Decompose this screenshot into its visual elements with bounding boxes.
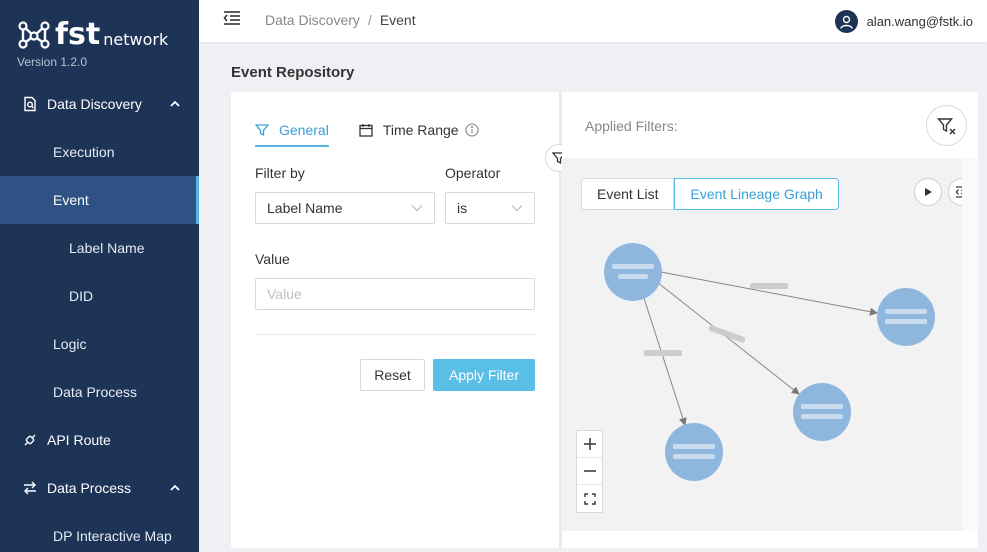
graph-node[interactable] xyxy=(877,288,935,346)
node-label xyxy=(801,404,843,409)
breadcrumb-separator: / xyxy=(367,12,372,28)
route-icon xyxy=(22,432,38,448)
edge-label xyxy=(750,283,788,289)
tab-general[interactable]: General xyxy=(255,114,329,147)
clear-filters-button[interactable] xyxy=(926,105,967,146)
sidebar-item-execution[interactable]: Execution xyxy=(0,128,199,176)
filter-by-label: Filter by xyxy=(255,165,305,181)
sidebar: fst network Version 1.2.0 Data Discovery… xyxy=(0,0,199,552)
sidebar-item-label: Logic xyxy=(53,336,87,352)
zoom-controls xyxy=(576,430,603,513)
operator-select[interactable]: is xyxy=(445,192,535,224)
clear-filter-icon xyxy=(936,117,955,134)
plus-icon xyxy=(583,438,596,450)
tab-label: General xyxy=(279,122,329,138)
scrollbar[interactable] xyxy=(962,158,978,531)
filter-tabs: General Time Range xyxy=(255,114,509,147)
breadcrumb-link[interactable]: Data Discovery xyxy=(265,12,360,28)
sidebar-item-label: Data Discovery xyxy=(47,96,142,112)
sidebar-item-api-route[interactable]: API Route xyxy=(0,416,199,464)
form-divider xyxy=(255,334,535,335)
process-icon xyxy=(22,480,38,496)
node-label xyxy=(801,414,843,419)
graph-node[interactable] xyxy=(665,423,723,481)
graph-edge xyxy=(656,281,800,395)
sidebar-item-label: Data Process xyxy=(53,384,138,400)
info-icon[interactable] xyxy=(465,123,479,137)
apply-filter-button[interactable]: Apply Filter xyxy=(433,359,535,391)
applied-filters-label: Applied Filters: xyxy=(585,118,678,134)
sidebar-item-label: Event xyxy=(53,192,89,208)
brand-name: fst xyxy=(55,17,101,52)
sidebar-item-data-process[interactable]: Data Process xyxy=(0,464,199,512)
sidebar-item-data-process-sub[interactable]: Data Process xyxy=(0,368,199,416)
brand-logo[interactable]: fst network xyxy=(17,14,168,50)
node-label xyxy=(673,454,715,459)
logo-mark-icon xyxy=(18,21,50,49)
edge-label xyxy=(644,350,682,356)
sidebar-item-did[interactable]: DID xyxy=(0,272,199,320)
value-input[interactable] xyxy=(255,278,535,310)
sidebar-item-data-discovery[interactable]: Data Discovery xyxy=(0,80,199,128)
sidebar-item-label: DID xyxy=(69,288,94,304)
graph-area: Event List Event Lineage Graph xyxy=(562,158,976,531)
sidebar-item-logic[interactable]: Logic xyxy=(0,320,199,368)
breadcrumb: Data Discovery / Event xyxy=(265,12,416,28)
breadcrumb-current: Event xyxy=(379,12,416,28)
avatar xyxy=(834,10,858,33)
value-label: Value xyxy=(255,251,290,267)
sidebar-item-label: Label Name xyxy=(69,240,145,256)
graph-edge xyxy=(660,271,878,316)
user-email: alan.wang@fstk.io xyxy=(866,14,973,29)
filter-by-select[interactable]: Label Name xyxy=(255,192,435,224)
sidebar-item-label: Data Process xyxy=(47,480,132,496)
graph-node[interactable] xyxy=(793,383,851,441)
results-panel: Applied Filters: Event List Event Lineag… xyxy=(562,92,978,548)
sidebar-item-label: API Route xyxy=(47,432,111,448)
fullscreen-icon xyxy=(583,492,596,505)
chevron-down-icon xyxy=(411,205,423,212)
sidebar-item-event[interactable]: Event xyxy=(0,176,199,224)
filter-panel: General Time Range Filter by Operator La… xyxy=(231,92,559,548)
operator-value: is xyxy=(457,200,468,216)
sidebar-item-label-name[interactable]: Label Name xyxy=(0,224,199,272)
minus-icon xyxy=(583,470,596,472)
node-label xyxy=(618,274,648,279)
node-label xyxy=(673,444,715,449)
tab-time-range[interactable]: Time Range xyxy=(359,114,479,146)
sidebar-item-dp-interactive-map[interactable]: DP Interactive Map xyxy=(0,512,199,552)
sidebar-item-label: Execution xyxy=(53,144,115,160)
operator-label: Operator xyxy=(445,165,501,181)
node-label xyxy=(612,264,654,269)
menu-collapse-icon[interactable] xyxy=(223,10,241,26)
user-menu[interactable]: alan.wang@fstk.io xyxy=(834,10,973,33)
zoom-in-button[interactable] xyxy=(577,431,602,458)
filter-icon xyxy=(255,124,269,137)
page-title: Event Repository xyxy=(231,64,355,81)
fit-view-button[interactable] xyxy=(577,485,602,512)
chevron-up-icon xyxy=(170,100,180,107)
chevron-up-icon xyxy=(170,484,180,491)
edge-label xyxy=(708,325,746,343)
filter-by-value: Label Name xyxy=(267,200,343,216)
lineage-graph[interactable] xyxy=(562,158,962,531)
version-label: Version 1.2.0 xyxy=(17,55,88,69)
calendar-icon xyxy=(359,124,373,137)
graph-node[interactable] xyxy=(604,243,662,301)
graph-edge xyxy=(641,291,687,426)
zoom-out-button[interactable] xyxy=(577,458,602,485)
sidebar-menu: Data Discovery Execution Event Label Nam… xyxy=(0,80,199,552)
node-label xyxy=(885,319,927,324)
sidebar-item-label: DP Interactive Map xyxy=(53,528,172,544)
brand-suffix: network xyxy=(103,30,169,49)
node-label xyxy=(885,309,927,314)
tab-label: Time Range xyxy=(382,122,459,138)
user-icon xyxy=(839,15,853,29)
search-doc-icon xyxy=(22,96,38,112)
reset-button[interactable]: Reset xyxy=(360,359,425,391)
chevron-down-icon xyxy=(511,205,523,212)
top-header: Data Discovery / Event alan.wang@fstk.io xyxy=(199,0,987,42)
